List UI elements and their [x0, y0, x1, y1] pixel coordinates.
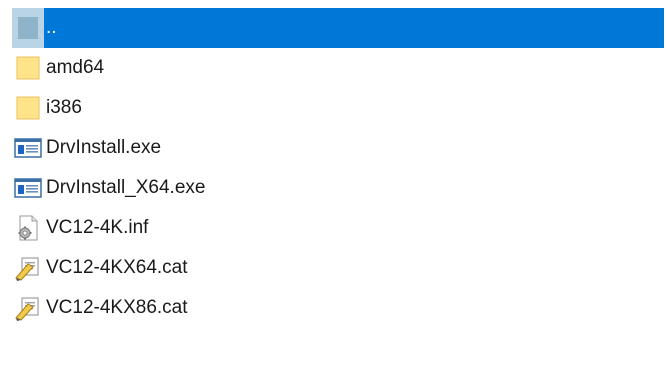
folder-icon [12, 88, 44, 128]
list-item-folder[interactable]: amd64 [12, 48, 664, 88]
item-name: amd64 [46, 57, 105, 78]
list-item-folder[interactable]: i386 [12, 88, 664, 128]
list-item-file[interactable]: DrvInstall.exe [12, 128, 664, 168]
list-item-file[interactable]: DrvInstall_X64.exe [12, 168, 664, 208]
inf-gear-file-icon [12, 208, 44, 248]
catalog-file-icon [12, 288, 44, 328]
folder-icon [12, 48, 44, 88]
item-name: DrvInstall.exe [46, 137, 162, 158]
file-list: .. amd64 i386 DrvInstall.exe DrvInstall_… [12, 8, 664, 328]
list-item-file[interactable]: VC12-4K.inf [12, 208, 664, 248]
exe-window-icon [12, 128, 44, 168]
item-name: VC12-4KX64.cat [46, 257, 188, 278]
parent-folder-icon [12, 8, 44, 48]
list-item-parent[interactable]: .. [12, 8, 664, 48]
item-name: i386 [46, 97, 82, 118]
item-name: .. [46, 17, 57, 38]
item-name: VC12-4KX86.cat [46, 297, 188, 318]
item-name: DrvInstall_X64.exe [46, 177, 206, 198]
catalog-file-icon [12, 248, 44, 288]
exe-window-icon [12, 168, 44, 208]
list-item-file[interactable]: VC12-4KX64.cat [12, 248, 664, 288]
item-name: VC12-4K.inf [46, 217, 149, 238]
list-item-file[interactable]: VC12-4KX86.cat [12, 288, 664, 328]
